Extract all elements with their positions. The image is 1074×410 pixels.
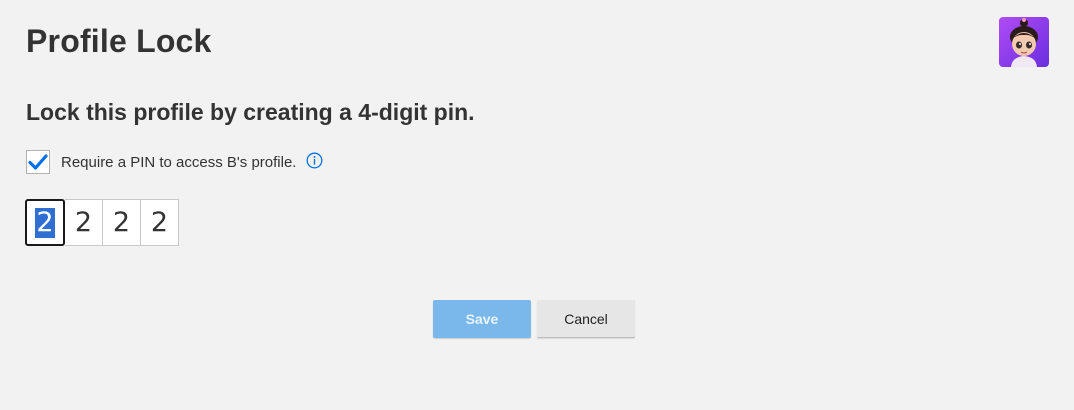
pin-digit-2-value: 2 <box>74 207 93 238</box>
page-title: Profile Lock <box>26 23 212 59</box>
require-pin-checkbox[interactable] <box>26 150 50 174</box>
pin-digit-4-value: 2 <box>150 207 169 238</box>
require-pin-row: Require a PIN to access B's profile. <box>26 149 323 175</box>
checkmark-icon <box>28 154 48 170</box>
cancel-button[interactable]: Cancel <box>537 300 635 338</box>
pin-digit-2[interactable]: 2 <box>65 199 103 246</box>
pin-digit-1-value: 2 <box>35 206 55 238</box>
save-button[interactable]: Save <box>433 300 531 338</box>
pin-digit-3[interactable]: 2 <box>103 199 141 246</box>
profile-avatar-icon <box>999 17 1049 67</box>
profile-avatar[interactable] <box>999 17 1049 67</box>
lock-instructions: Lock this profile by creating a 4-digit … <box>26 99 475 125</box>
require-pin-label: Require a PIN to access B's profile. <box>61 153 297 171</box>
pin-input-group: 2 2 2 2 <box>25 199 179 246</box>
info-icon[interactable] <box>306 152 323 169</box>
pin-digit-3-value: 2 <box>112 207 131 238</box>
pin-digit-1[interactable]: 2 <box>25 199 65 246</box>
pin-digit-4[interactable]: 2 <box>141 199 179 246</box>
